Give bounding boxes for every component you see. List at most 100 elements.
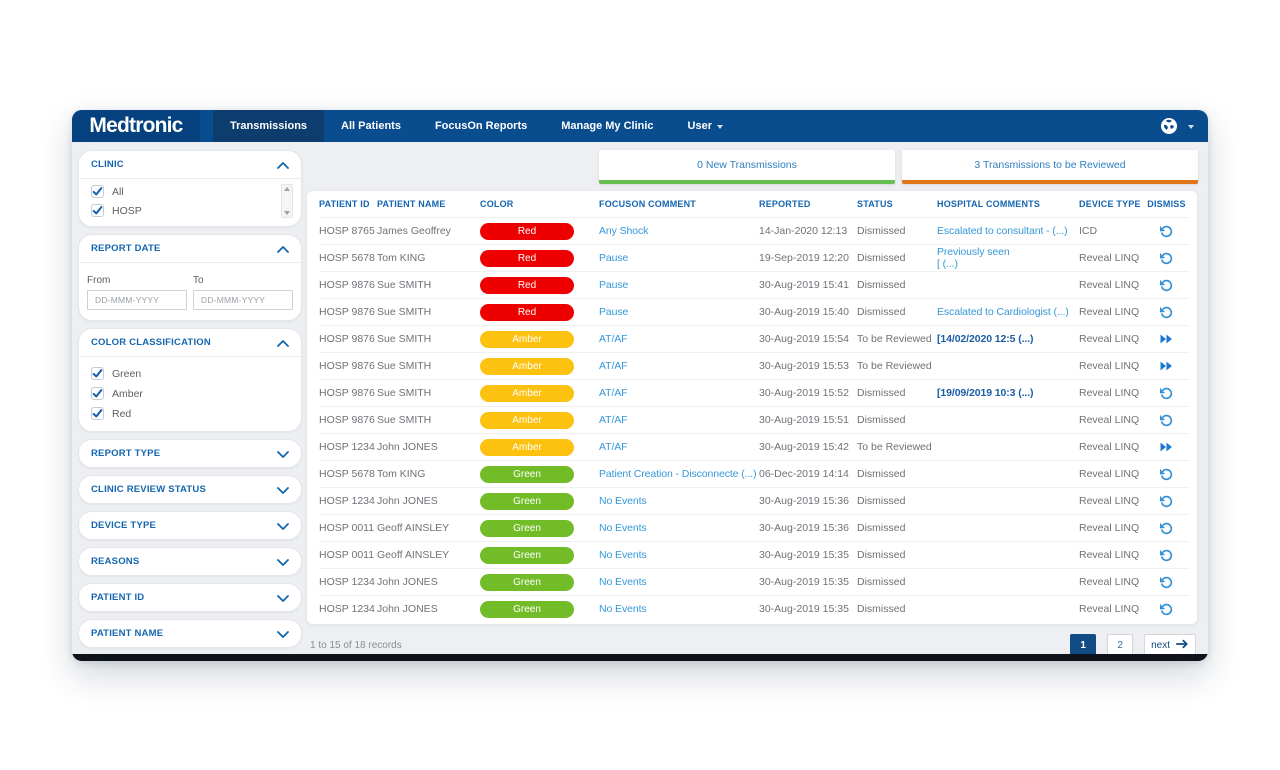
forward-review-icon[interactable]: [1144, 360, 1189, 372]
color-badge-red: Red: [480, 304, 574, 321]
filter-card-device-type: DEVICE TYPE: [78, 511, 302, 540]
date-to-input[interactable]: [193, 290, 293, 310]
undo-dismiss-icon[interactable]: [1144, 576, 1189, 589]
nav-user[interactable]: User: [671, 110, 740, 142]
focuson-comment-link[interactable]: AT/AF: [599, 387, 627, 399]
undo-dismiss-icon[interactable]: [1144, 306, 1189, 319]
color-badge-red: Red: [480, 250, 574, 267]
undo-dismiss-icon[interactable]: [1144, 414, 1189, 427]
focuson-comment-link[interactable]: No Events: [599, 522, 647, 534]
nav-label-user: User: [688, 120, 712, 132]
next-label: next: [1151, 640, 1170, 651]
tab-3-transmissions-to-be-reviewed[interactable]: 3 Transmissions to be Reviewed: [902, 150, 1198, 184]
date-from-input[interactable]: [87, 290, 187, 310]
undo-dismiss-icon[interactable]: [1144, 495, 1189, 508]
undo-dismiss-icon[interactable]: [1144, 549, 1189, 562]
globe-caret-icon[interactable]: [1188, 125, 1194, 129]
nav-transmissions[interactable]: Transmissions: [213, 110, 324, 142]
column-header-device-type: DEVICE TYPE: [1079, 199, 1144, 209]
hospital-comment-link[interactable]: Escalated to Cardiologist (...): [937, 306, 1069, 318]
checkbox-row-clinic-all[interactable]: All: [91, 184, 281, 199]
cell-reported: 30-Aug-2019 15:52: [759, 387, 857, 399]
focuson-comment-link[interactable]: AT/AF: [599, 441, 627, 453]
cell-focuson-comment: No Events: [599, 603, 759, 615]
nav-label-manage-my-clinic: Manage My Clinic: [561, 120, 653, 132]
forward-review-icon[interactable]: [1144, 441, 1189, 453]
cell-device-type: Reveal LINQ: [1079, 468, 1144, 480]
filter-title: CLINIC: [91, 159, 124, 170]
date-to-column: To: [193, 275, 293, 310]
filter-card-patient-name: PATIENT NAME: [78, 619, 302, 648]
undo-dismiss-icon[interactable]: [1144, 279, 1189, 292]
focuson-comment-link[interactable]: Pause: [599, 279, 628, 291]
focuson-comment-link[interactable]: AT/AF: [599, 333, 627, 345]
filter-header-clinic-review-status[interactable]: CLINIC REVIEW STATUS: [79, 476, 301, 503]
filter-header-report-date[interactable]: REPORT DATE: [79, 235, 301, 262]
checkbox-clinic-all[interactable]: [91, 185, 104, 198]
chevron-down-icon: [277, 517, 289, 535]
scroll-up-icon[interactable]: [284, 187, 290, 191]
cell-color: Green: [480, 520, 599, 537]
table-row: HOSP 9876Sue SMITHRedPause30-Aug-2019 15…: [319, 271, 1189, 298]
checkbox-color-classification-red[interactable]: [91, 407, 104, 420]
nav-manage-my-clinic[interactable]: Manage My Clinic: [544, 110, 670, 142]
checkbox-row-color-classification-amber[interactable]: Amber: [91, 386, 289, 401]
undo-dismiss-icon[interactable]: [1144, 387, 1189, 400]
focuson-comment-link[interactable]: Pause: [599, 306, 628, 318]
cell-status: Dismissed: [857, 414, 937, 426]
checkbox-clinic-hosp[interactable]: [91, 204, 104, 217]
cell-patient-id: HOSP 5678: [319, 252, 377, 264]
next-page-button[interactable]: next: [1144, 634, 1196, 654]
undo-dismiss-icon[interactable]: [1144, 252, 1189, 265]
nav-all-patients[interactable]: All Patients: [324, 110, 418, 142]
color-badge-green: Green: [480, 466, 574, 483]
undo-dismiss-icon[interactable]: [1144, 225, 1189, 238]
cell-patient-name: Sue SMITH: [377, 279, 480, 291]
filter-sidebar: CLINIC All HOSP REPORT DATE FromTo COLOR CLAS…: [78, 150, 302, 654]
focuson-comment-link[interactable]: No Events: [599, 576, 647, 588]
page-button-2[interactable]: 2: [1107, 634, 1133, 654]
focuson-comment-link[interactable]: Patient Creation - Disconnecte (...): [599, 468, 756, 480]
cell-status: Dismissed: [857, 252, 937, 264]
page-button-1[interactable]: 1: [1070, 634, 1096, 654]
top-navigation-bar: Medtronic TransmissionsAll PatientsFocus…: [72, 110, 1208, 142]
focuson-comment-link[interactable]: AT/AF: [599, 414, 627, 426]
nav-focuson-reports[interactable]: FocusOn Reports: [418, 110, 544, 142]
filter-header-color-classification[interactable]: COLOR CLASSIFICATION: [79, 329, 301, 356]
checkbox-row-color-classification-red[interactable]: Red: [91, 406, 289, 421]
checkbox-color-classification-amber[interactable]: [91, 387, 104, 400]
cell-hospital-comments: [19/09/2019 10:3 (...): [937, 387, 1079, 399]
undo-dismiss-icon[interactable]: [1144, 603, 1189, 616]
checkbox-color-classification-green[interactable]: [91, 367, 104, 380]
forward-review-icon[interactable]: [1144, 333, 1189, 345]
cell-device-type: Reveal LINQ: [1079, 522, 1144, 534]
hospital-comment-link[interactable]: [14/02/2020 12:5 (...): [937, 333, 1033, 345]
undo-dismiss-icon[interactable]: [1144, 522, 1189, 535]
filter-header-patient-id[interactable]: PATIENT ID: [79, 584, 301, 611]
filter-header-report-type[interactable]: REPORT TYPE: [79, 440, 301, 467]
tab-0-new-transmissions[interactable]: 0 New Transmissions: [599, 150, 895, 184]
checkbox-row-color-classification-green[interactable]: Green: [91, 366, 289, 381]
focuson-comment-link[interactable]: No Events: [599, 549, 647, 561]
focuson-comment-link[interactable]: AT/AF: [599, 360, 627, 372]
globe-icon[interactable]: [1160, 117, 1178, 135]
hospital-comment-link[interactable]: Escalated to consultant - (...): [937, 225, 1068, 237]
hospital-comment-link[interactable]: Previously seen [ (...): [937, 246, 1010, 270]
checkbox-row-clinic-hosp[interactable]: HOSP: [91, 203, 281, 218]
color-badge-amber: Amber: [480, 412, 574, 429]
undo-dismiss-icon[interactable]: [1144, 468, 1189, 481]
filter-header-patient-name[interactable]: PATIENT NAME: [79, 620, 301, 647]
filter-header-device-type[interactable]: DEVICE TYPE: [79, 512, 301, 539]
focuson-comment-link[interactable]: Any Shock: [599, 225, 648, 237]
filter-header-clinic[interactable]: CLINIC: [79, 151, 301, 178]
focuson-comment-link[interactable]: No Events: [599, 495, 647, 507]
medtronic-logo-text: Medtronic: [89, 114, 182, 138]
scroll-down-icon[interactable]: [284, 211, 290, 215]
hospital-comment-link[interactable]: [19/09/2019 10:3 (...): [937, 387, 1033, 399]
clinic-scrollbar[interactable]: [281, 184, 293, 218]
focuson-comment-link[interactable]: Pause: [599, 252, 628, 264]
cell-color: Green: [480, 493, 599, 510]
filter-header-reasons[interactable]: REASONS: [79, 548, 301, 575]
focuson-comment-link[interactable]: No Events: [599, 603, 647, 615]
date-columns: FromTo: [87, 275, 293, 310]
